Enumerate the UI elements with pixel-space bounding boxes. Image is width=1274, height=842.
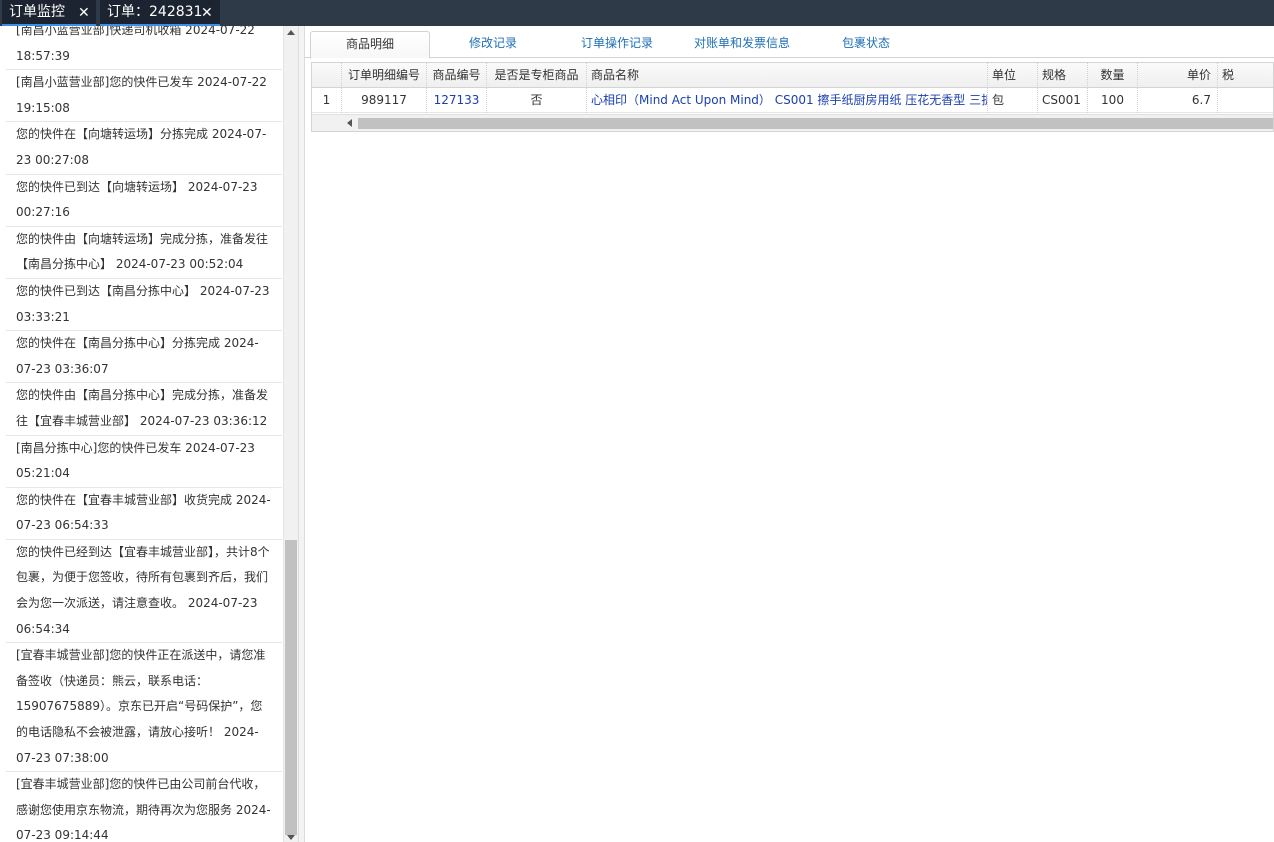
tab-modification-log[interactable]: 修改记录 — [441, 31, 545, 58]
tab-product-details[interactable]: 商品明细 — [310, 31, 430, 59]
header-tax[interactable]: 税 — [1218, 63, 1273, 88]
list-item: 您的快件已经到达【宜春丰城营业部】，共计8个包裹，为便于您签收，待所有包裹到齐后… — [6, 540, 282, 644]
tab-order-detail[interactable]: 订单：242831 ✕ — [100, 0, 220, 26]
list-item: 您的快件在【向塘转运场】分拣完成 2024-07-23 00:27:08 — [6, 122, 282, 175]
vertical-scrollbar[interactable] — [283, 26, 298, 842]
header-unit[interactable]: 单位 — [988, 63, 1038, 88]
cell-tax — [1218, 88, 1273, 113]
tab-package-status[interactable]: 包裹状态 — [807, 31, 925, 58]
close-icon[interactable]: ✕ — [201, 1, 213, 25]
top-tab-bar: 订单监控 ✕ 订单：242831 ✕ — [0, 0, 1274, 26]
scrollbar-thumb[interactable] — [358, 118, 1273, 129]
header-unit-price[interactable]: 单价 — [1138, 63, 1218, 88]
list-item: 您的快件在【宜春丰城营业部】收货完成 2024-07-23 06:54:33 — [6, 488, 282, 540]
tab-order-operation-log[interactable]: 订单操作记录 — [557, 31, 677, 58]
list-item: [南昌小蓝营业部]您的快件已发车 2024-07-22 19:15:08 — [6, 70, 282, 123]
scroll-up-arrow-icon[interactable] — [287, 30, 295, 35]
cell-spec: CS001 — [1038, 88, 1088, 113]
header-index — [312, 63, 342, 88]
header-spec[interactable]: 规格 — [1038, 63, 1088, 88]
header-product-no[interactable]: 商品编号 — [427, 63, 487, 88]
table-row[interactable]: 1 989117 127133 否 心相印（Mind Act Upon Mind… — [312, 88, 1273, 113]
list-item: 您的快件由【南昌分拣中心】完成分拣，准备发往【宜春丰城营业部】 2024-07-… — [6, 383, 282, 436]
product-name-link[interactable]: 心相印（Mind Act Upon Mind） CS001 擦手纸厨房用纸 压花… — [587, 88, 988, 113]
product-table: 订单明细编号 商品编号 是否是专柜商品 商品名称 单位 规格 数量 单价 税 1… — [311, 62, 1274, 132]
cell-quantity: 100 — [1088, 88, 1138, 113]
header-product-name[interactable]: 商品名称 — [587, 63, 988, 88]
cell-detail-no: 989117 — [342, 88, 427, 113]
tab-label: 订单监控 — [9, 4, 65, 20]
product-no-link[interactable]: 127133 — [427, 88, 487, 113]
list-item: 您的快件已到达【向塘转运场】 2024-07-23 00:27:16 — [6, 175, 282, 227]
table-header-row: 订单明细编号 商品编号 是否是专柜商品 商品名称 单位 规格 数量 单价 税 — [312, 63, 1273, 88]
detail-tab-strip: 商品明细 修改记录 订单操作记录 对账单和发票信息 包裹状态 — [305, 26, 1274, 59]
cell-unit: 包 — [988, 88, 1038, 113]
cell-unit-price: 6.7 — [1138, 88, 1218, 113]
list-item: 您的快件已到达【南昌分拣中心】 2024-07-23 03:33:21 — [6, 279, 282, 332]
tracking-log-list: [南昌小蓝营业部]快递司机收箱 2024-07-22 18:57:39 [南昌小蓝… — [6, 26, 282, 842]
tab-label: 订单：242831 — [107, 4, 203, 20]
scroll-down-arrow-icon[interactable] — [287, 835, 295, 840]
scrollbar-thumb[interactable] — [285, 540, 297, 835]
scroll-left-arrow-icon[interactable] — [347, 119, 352, 127]
list-item: 您的快件在【南昌分拣中心】分拣完成 2024-07-23 03:36:07 — [6, 331, 282, 384]
header-quantity[interactable]: 数量 — [1088, 63, 1138, 88]
list-item: [南昌小蓝营业部]快递司机收箱 2024-07-22 18:57:39 — [6, 26, 282, 71]
header-is-cabinet[interactable]: 是否是专柜商品 — [487, 63, 587, 88]
panel-splitter[interactable] — [298, 26, 305, 842]
close-icon[interactable]: ✕ — [78, 1, 90, 25]
list-item: [南昌分拣中心]您的快件已发车 2024-07-23 05:21:04 — [6, 436, 282, 488]
cell-is-cabinet: 否 — [487, 88, 587, 113]
list-item: 您的快件由【向塘转运场】完成分拣，准备发往【南昌分拣中心】 2024-07-23… — [6, 227, 282, 279]
tab-statement-invoice[interactable]: 对账单和发票信息 — [677, 31, 807, 58]
order-detail-area: 商品明细 修改记录 订单操作记录 对账单和发票信息 包裹状态 订单明细编号 商品… — [305, 26, 1274, 842]
row-index: 1 — [312, 88, 342, 113]
header-detail-no[interactable]: 订单明细编号 — [342, 63, 427, 88]
tab-order-monitor[interactable]: 订单监控 ✕ — [2, 0, 96, 26]
list-item: [宜春丰城营业部]您的快件正在派送中，请您准备签收（快递员：熊云，联系电话：15… — [6, 643, 282, 773]
tracking-log-panel[interactable]: [南昌小蓝营业部]快递司机收箱 2024-07-22 18:57:39 [南昌小蓝… — [0, 26, 298, 842]
list-item: [宜春丰城营业部]您的快件已由公司前台代收，感谢您使用京东物流，期待再次为您服务… — [6, 772, 282, 842]
horizontal-scrollbar[interactable] — [312, 114, 1273, 131]
